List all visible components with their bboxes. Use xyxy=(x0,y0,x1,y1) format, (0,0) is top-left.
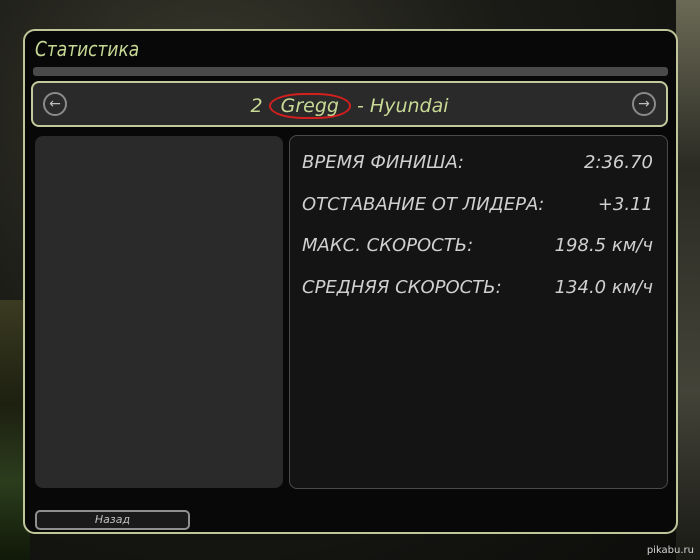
race-position: 2 xyxy=(250,95,263,117)
driver-name: Gregg xyxy=(268,93,351,119)
arrow-right-circle-icon[interactable]: → xyxy=(632,92,656,116)
stat-value: 134.0 км/ч xyxy=(554,277,653,298)
driver-selector-label: 2 Gregg - Hyundai xyxy=(33,93,666,119)
progress-bar xyxy=(33,67,668,76)
stat-value: +3.11 xyxy=(597,194,653,215)
stat-row-avg-speed: СРЕДНЯЯ СКОРОСТЬ: 134.0 км/ч xyxy=(302,277,653,303)
stat-row-max-speed: МАКС. СКОРОСТЬ: 198.5 км/ч xyxy=(302,235,653,261)
stat-value: 198.5 км/ч xyxy=(554,235,653,256)
car-name: Hyundai xyxy=(369,95,449,117)
stat-label: МАКС. СКОРОСТЬ: xyxy=(302,235,474,256)
panel-title: Статистика xyxy=(35,37,140,61)
stats-panel: Статистика ← 2 Gregg - Hyundai → ВРЕМЯ Ф… xyxy=(23,29,678,534)
stat-row-finish-time: ВРЕМЯ ФИНИША: 2:36.70 xyxy=(302,152,653,178)
watermark: pikabu.ru xyxy=(646,545,694,556)
background-scene-right xyxy=(676,0,700,560)
stat-label: СРЕДНЯЯ СКОРОСТЬ: xyxy=(302,277,502,298)
name-separator: - xyxy=(357,95,364,117)
driver-selector: ← 2 Gregg - Hyundai → xyxy=(31,81,668,127)
stat-value: 2:36.70 xyxy=(583,152,653,173)
stat-label: ОТСТАВАНИЕ ОТ ЛИДЕРА: xyxy=(302,194,545,215)
back-button[interactable]: Назад xyxy=(35,510,190,530)
car-preview-area xyxy=(35,136,283,488)
stat-row-gap-to-leader: ОТСТАВАНИЕ ОТ ЛИДЕРА: +3.11 xyxy=(302,194,653,220)
stat-label: ВРЕМЯ ФИНИША: xyxy=(302,152,464,173)
stats-table: ВРЕМЯ ФИНИША: 2:36.70 ОТСТАВАНИЕ ОТ ЛИДЕ… xyxy=(289,135,668,489)
